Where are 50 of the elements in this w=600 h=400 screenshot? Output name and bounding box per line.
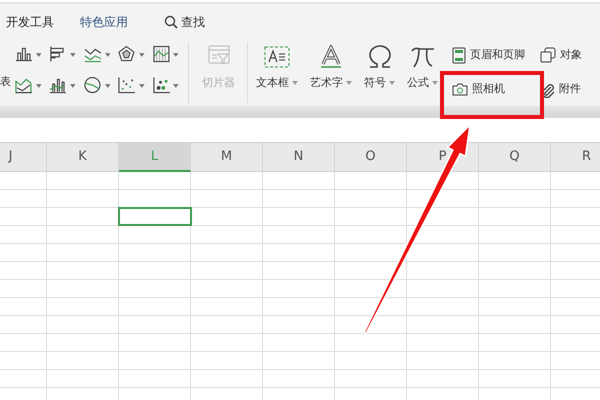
caret-icon[interactable]: [432, 81, 438, 86]
combo-chart-icon[interactable]: [49, 76, 68, 95]
caret-icon[interactable]: [389, 81, 395, 86]
outlined-letter-icon[interactable]: [319, 45, 343, 69]
ribbon-button[interactable]: 艺术字: [310, 40, 352, 106]
ribbon-label: 表: [0, 74, 11, 90]
omega-icon[interactable]: [366, 45, 392, 69]
selected-cell[interactable]: [118, 207, 192, 226]
page-header-icon[interactable]: [452, 46, 466, 64]
caret-icon[interactable]: [292, 81, 298, 86]
column-header[interactable]: N: [263, 143, 335, 172]
pi-icon[interactable]: [410, 45, 436, 69]
caret-icon[interactable]: [36, 84, 42, 88]
caret-icon[interactable]: [70, 84, 76, 88]
column-header[interactable]: M: [191, 143, 263, 172]
column-chart-icon[interactable]: [15, 45, 33, 64]
ribbon-button[interactable]: 照相机: [452, 80, 540, 100]
caret-icon[interactable]: [104, 84, 110, 88]
ribbon-button[interactable]: 符号: [364, 40, 395, 106]
column-header[interactable]: J: [0, 143, 47, 172]
column-header[interactable]: O: [335, 143, 407, 172]
caret-icon[interactable]: [346, 81, 352, 86]
bubble-chart-icon[interactable]: [152, 76, 170, 95]
camera-icon[interactable]: [452, 83, 468, 96]
caret-icon[interactable]: [173, 52, 180, 56]
pie-chart-icon[interactable]: [84, 76, 102, 95]
ribbon-button[interactable]: 页眉和页脚: [452, 45, 540, 65]
column-header[interactable]: R: [551, 143, 600, 172]
ribbon-tab[interactable]: 特色应用: [80, 13, 128, 31]
column-header[interactable]: Q: [479, 143, 551, 172]
scatter-chart-icon[interactable]: [118, 76, 136, 95]
ribbon-button[interactable]: 公式: [407, 40, 438, 106]
overlapping-squares-icon[interactable]: [540, 47, 556, 63]
search-icon: [164, 15, 178, 29]
caret-icon[interactable]: [139, 52, 145, 56]
stock-chart-icon[interactable]: [152, 45, 170, 64]
text-box-icon[interactable]: [264, 46, 290, 68]
caret-icon[interactable]: [139, 84, 145, 88]
search-tab[interactable]: 查找: [164, 13, 205, 31]
area-chart-icon[interactable]: [15, 76, 33, 95]
caret-icon[interactable]: [36, 52, 42, 56]
ribbon-tab[interactable]: 开发工具: [6, 13, 54, 31]
caret-icon[interactable]: [173, 84, 180, 88]
caret-icon[interactable]: [104, 52, 110, 56]
ribbon-button[interactable]: 文本框: [256, 40, 298, 106]
ribbon-button[interactable]: 附件: [540, 80, 600, 100]
radar-chart-icon[interactable]: [118, 45, 136, 64]
caret-icon[interactable]: [70, 52, 76, 56]
filter-table-icon: [208, 45, 230, 67]
ribbon-button[interactable]: 对象: [540, 45, 600, 65]
